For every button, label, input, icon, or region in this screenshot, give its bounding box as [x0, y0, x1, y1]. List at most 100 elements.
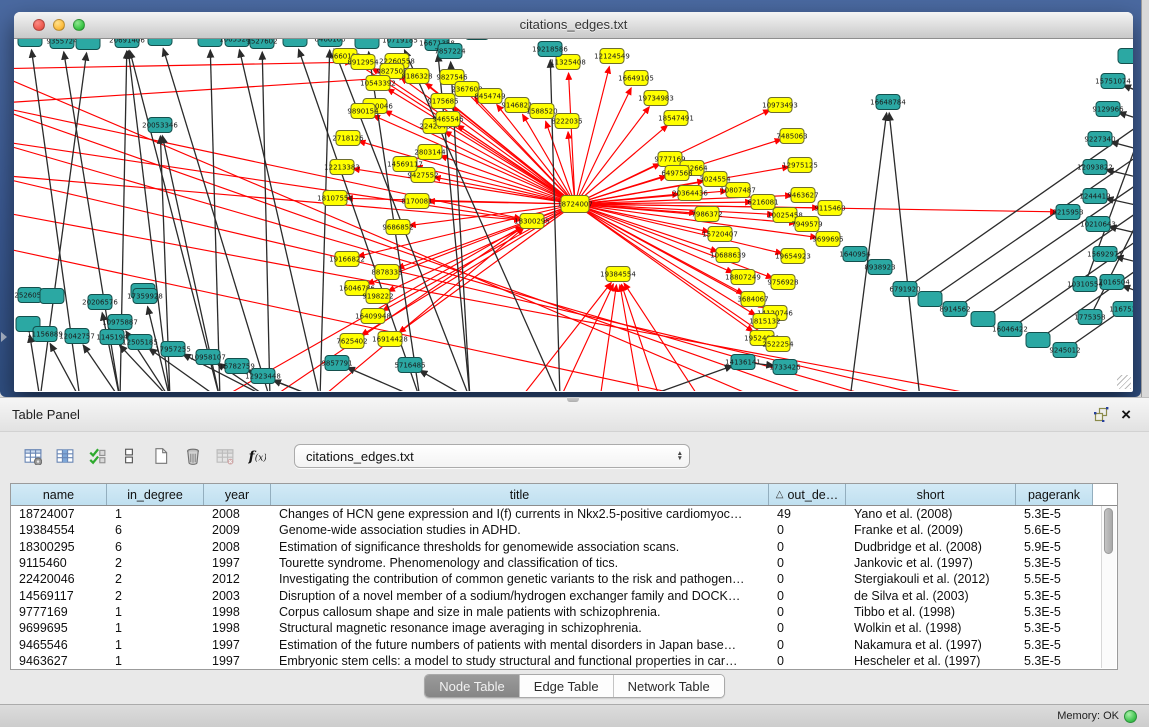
network-view[interactable]: 1872400718300295193845548660128891295422… [14, 39, 1133, 391]
network-node[interactable]: 9227340 [1084, 132, 1115, 147]
network-node[interactable]: 7857224 [434, 44, 466, 59]
cell-pagerank[interactable]: 5.5E-5 [1016, 572, 1093, 586]
network-edge[interactable] [889, 113, 920, 391]
network-node[interactable]: 1733426 [769, 360, 801, 375]
network-node[interactable]: 1588520 [526, 104, 557, 119]
cell-short[interactable]: de Silva et al. (2003) [846, 589, 1016, 603]
cell-name[interactable]: 9463627 [11, 654, 107, 668]
network-node[interactable] [1118, 49, 1133, 64]
function-builder-icon[interactable]: f(x) [244, 443, 270, 469]
select-columns-icon[interactable] [84, 443, 110, 469]
table-row[interactable]: 1872400712008Changes of HCN gene express… [11, 506, 1117, 522]
cell-name[interactable]: 9777169 [11, 605, 107, 619]
network-node[interactable]: 19654923 [775, 249, 811, 264]
cell-short[interactable]: Franke et al. (2009) [846, 523, 1016, 537]
table-row[interactable]: 1938455462009Genome-wide association stu… [11, 522, 1117, 538]
network-node[interactable] [40, 289, 64, 304]
cell-name[interactable]: 9699695 [11, 621, 107, 635]
new-column-icon[interactable] [148, 443, 174, 469]
network-node[interactable]: 20691406 [109, 39, 145, 48]
network-node[interactable]: 9756928 [767, 275, 798, 290]
network-node[interactable]: 2522254 [762, 337, 794, 352]
cell-year[interactable]: 1997 [204, 654, 271, 668]
close-panel-icon[interactable]: × [1115, 406, 1137, 423]
cell-year[interactable]: 2003 [204, 589, 271, 603]
splitter-arrow-left[interactable] [1, 332, 7, 342]
network-node[interactable] [1026, 333, 1050, 348]
network-node[interactable] [918, 292, 942, 307]
cell-name[interactable]: 18300295 [11, 540, 107, 554]
column-header-year[interactable]: year [204, 484, 271, 505]
network-node[interactable]: 1244419 [1079, 189, 1110, 204]
network-node[interactable]: 6466160 [314, 39, 345, 47]
network-edge[interactable] [210, 50, 220, 391]
table-row[interactable]: 946554611997Estimation of the future num… [11, 636, 1117, 652]
network-node[interactable]: 7625402 [336, 334, 367, 349]
network-node[interactable]: 12124549 [594, 49, 630, 64]
cell-in_degree[interactable]: 1 [107, 605, 204, 619]
network-node[interactable]: 16649105 [618, 71, 654, 86]
network-node[interactable]: 8170081 [401, 194, 432, 209]
network-node[interactable]: 20206576 [82, 295, 118, 310]
cell-name[interactable]: 22420046 [11, 572, 107, 586]
network-node[interactable]: 16409948 [355, 309, 391, 324]
network-edge[interactable] [575, 107, 649, 204]
tab-node-table[interactable]: Node Table [425, 675, 520, 697]
cell-name[interactable]: 14569117 [11, 589, 107, 603]
network-node[interactable]: 1775358 [1074, 310, 1105, 325]
cell-short[interactable]: Wolkin et al. (1998) [846, 621, 1016, 635]
cell-pagerank[interactable]: 5.3E-5 [1016, 556, 1093, 570]
network-edge[interactable] [1118, 112, 1133, 121]
network-node[interactable]: 9175685 [427, 94, 458, 109]
cell-title[interactable]: Genome-wide association studies in ADHD. [271, 523, 769, 537]
network-node[interactable]: 19384554 [600, 267, 636, 282]
cell-out_de[interactable]: 0 [769, 540, 846, 554]
cell-year[interactable]: 2008 [204, 507, 271, 521]
network-node[interactable]: 5716485 [394, 358, 425, 373]
cell-short[interactable]: Tibbo et al. (1998) [846, 605, 1016, 619]
close-button[interactable] [33, 19, 45, 31]
network-edge[interactable] [457, 125, 575, 204]
cell-in_degree[interactable]: 1 [107, 638, 204, 652]
cell-out_de[interactable]: 0 [769, 572, 846, 586]
network-node[interactable]: 8215953 [1052, 205, 1083, 220]
cell-year[interactable]: 2008 [204, 540, 271, 554]
cell-title[interactable]: Tourette syndrome. Phenomenology and cla… [271, 556, 769, 570]
scrollbar-thumb[interactable] [1104, 508, 1113, 554]
cell-year[interactable]: 1997 [204, 556, 271, 570]
network-node[interactable]: 12975125 [782, 158, 818, 173]
cell-out_de[interactable]: 0 [769, 654, 846, 668]
network-edge[interactable] [575, 88, 631, 204]
network-node[interactable]: 9686852 [382, 220, 413, 235]
network-node[interactable]: 9463627 [787, 188, 818, 203]
network-edge[interactable] [30, 335, 40, 391]
network-edge[interactable] [273, 380, 320, 391]
network-node[interactable]: 7949579 [791, 217, 822, 232]
cell-short[interactable]: Yano et al. (2008) [846, 507, 1016, 521]
network-node[interactable]: 6216081 [747, 195, 778, 210]
network-node[interactable]: 8186328 [401, 69, 432, 84]
cell-title[interactable]: Estimation of the future numbers of pati… [271, 638, 769, 652]
cell-in_degree[interactable]: 2 [107, 572, 204, 586]
cell-pagerank[interactable]: 5.6E-5 [1016, 523, 1093, 537]
cell-title[interactable]: Disruption of a novel member of a sodium… [271, 589, 769, 603]
table-row[interactable]: 2242004622012Investigating the contribut… [11, 571, 1117, 587]
cell-out_de[interactable]: 49 [769, 507, 846, 521]
network-node[interactable]: 9198222 [362, 289, 393, 304]
network-edge[interactable] [575, 204, 753, 332]
network-node[interactable]: 9890154 [347, 104, 379, 119]
network-node[interactable]: 15720407 [702, 227, 738, 242]
network-node[interactable]: 10210643 [1080, 217, 1116, 232]
network-node[interactable] [355, 39, 379, 49]
cell-pagerank[interactable]: 5.3E-5 [1016, 654, 1093, 668]
cell-name[interactable]: 19384554 [11, 523, 107, 537]
network-node[interactable] [76, 39, 100, 50]
cell-title[interactable]: Estimation of significance thresholds fo… [271, 540, 769, 554]
tab-network-table[interactable]: Network Table [614, 675, 724, 697]
cell-name[interactable]: 9465546 [11, 638, 107, 652]
network-node[interactable]: 8912954 [347, 55, 379, 70]
float-window-icon[interactable] [1088, 407, 1115, 422]
cell-year[interactable]: 1997 [204, 638, 271, 652]
cell-in_degree[interactable]: 1 [107, 507, 204, 521]
network-edge[interactable] [320, 50, 330, 391]
